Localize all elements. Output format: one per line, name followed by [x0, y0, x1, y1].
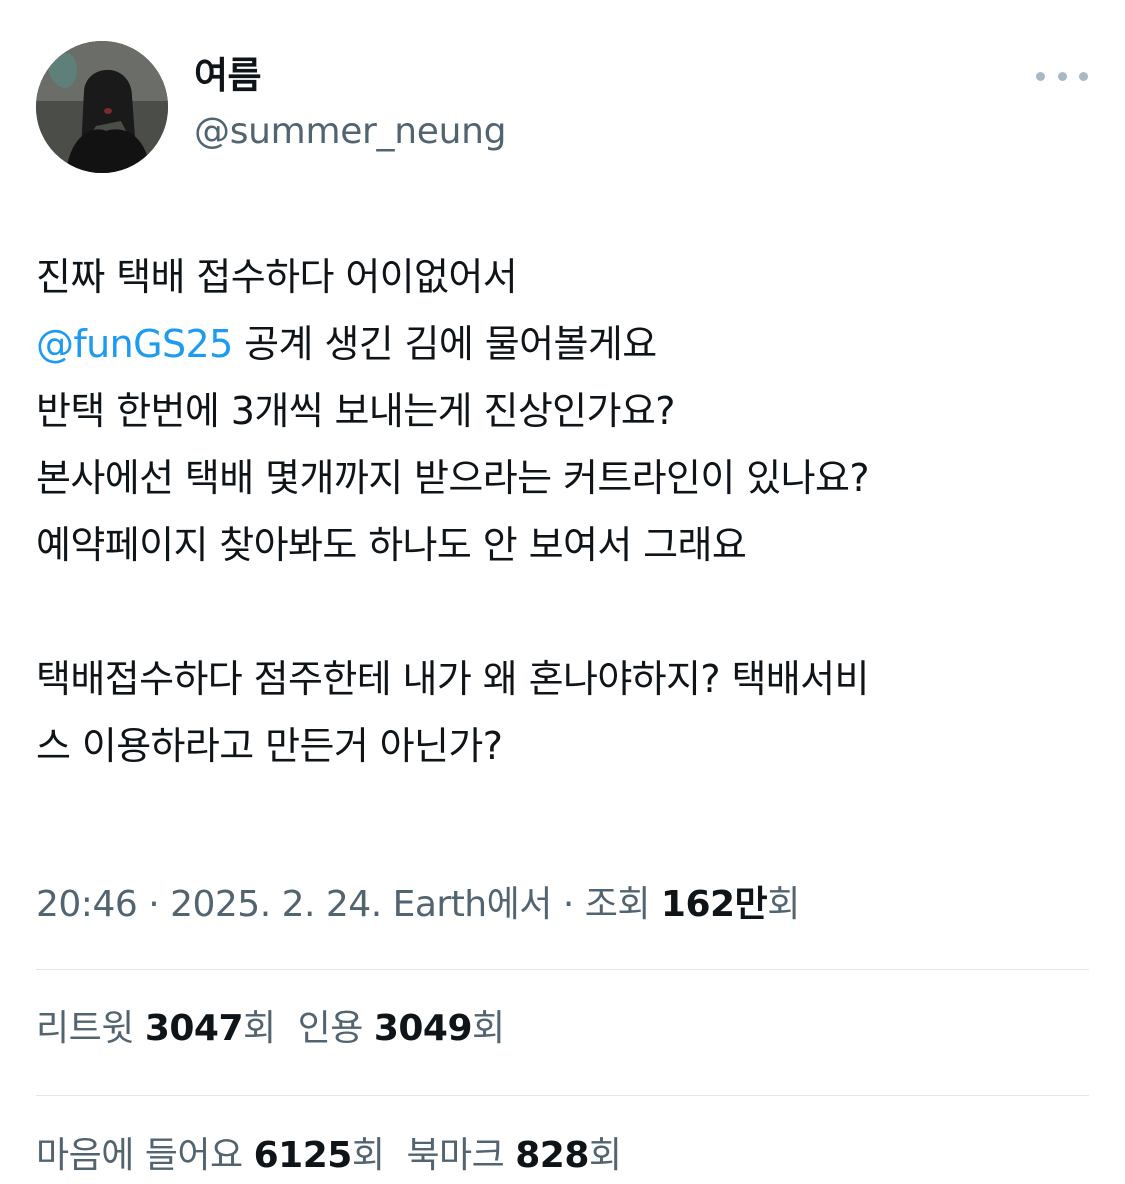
- avatar[interactable]: [36, 41, 168, 173]
- bookmarks-suffix: 회: [588, 1135, 622, 1176]
- retweets-suffix: 회: [243, 1008, 276, 1049]
- quotes-stat[interactable]: 인용 3049회: [297, 1008, 506, 1049]
- tweet-source: Earth에서: [381, 884, 553, 925]
- more-options-button[interactable]: [1036, 58, 1088, 94]
- divider: [36, 1095, 1089, 1096]
- engagement-row: 마음에 들어요 6125회 북마크 828회: [36, 1128, 644, 1184]
- tweet-meta: 20:46 · 2025. 2. 24. Earth에서 · 조회 162만회: [36, 877, 800, 933]
- likes-stat[interactable]: 마음에 들어요 6125회: [36, 1135, 385, 1176]
- bookmarks-stat[interactable]: 북마크 828회: [406, 1135, 622, 1176]
- engagement-row: 리트윗 3047회 인용 3049회: [36, 1001, 527, 1057]
- bookmarks-label: 북마크: [406, 1135, 516, 1176]
- tweet-line: 예약페이지 찾아봐도 하나도 안 보여서 그래요: [36, 523, 747, 567]
- tweet-line-text: 공계 생긴 김에 물어볼게요: [244, 322, 657, 366]
- likes-count: 6125: [253, 1135, 353, 1176]
- user-handle[interactable]: @summer_neung: [194, 108, 507, 156]
- tweet-text: 진짜 택배 접수하다 어이없어서 @funGS25 공계 생긴 김에 물어볼게요…: [36, 244, 1106, 780]
- views-count: 162만: [660, 884, 768, 925]
- likes-label: 마음에 들어요: [36, 1135, 254, 1176]
- quotes-count: 3049: [373, 1008, 473, 1049]
- paragraph-break: [36, 579, 1106, 646]
- retweets-stat[interactable]: 리트윗 3047회: [36, 1008, 276, 1049]
- more-horizontal-icon: [1036, 71, 1045, 81]
- bookmarks-count: 828: [515, 1135, 589, 1176]
- mention-link[interactable]: @funGS25: [36, 322, 233, 366]
- retweets-count: 3047: [144, 1008, 244, 1049]
- tweet-line: 진짜 택배 접수하다 어이없어서: [36, 255, 518, 299]
- tweet-time[interactable]: 20:46: [36, 884, 138, 925]
- likes-suffix: 회: [351, 1135, 385, 1176]
- meta-separator: ·: [551, 884, 585, 925]
- tweet-line: 반택 한번에 3개씩 보내는게 진상인가요?: [36, 389, 675, 433]
- meta-separator: ·: [137, 884, 171, 925]
- views-suffix: 회: [767, 884, 800, 925]
- divider: [36, 969, 1089, 970]
- quotes-suffix: 회: [472, 1008, 505, 1049]
- tweet-line: 스 이용하라고 만든거 아닌가?: [36, 724, 503, 768]
- tweet-line: 택배접수하다 점주한테 내가 왜 혼나야하지? 택배서비: [36, 657, 869, 701]
- display-name[interactable]: 여름: [194, 52, 262, 100]
- tweet-date[interactable]: 2025. 2. 24.: [170, 884, 382, 925]
- quotes-label: 인용: [297, 1008, 374, 1049]
- tweet-line: 본사에선 택배 몇개까지 받으라는 커트라인이 있나요?: [36, 456, 869, 500]
- more-horizontal-icon-dot: [1079, 71, 1088, 81]
- more-horizontal-icon-dot: [1057, 71, 1067, 81]
- views-label: 조회: [584, 884, 661, 925]
- retweets-label: 리트윗: [36, 1008, 145, 1049]
- tweet-line: @funGS25 공계 생긴 김에 물어볼게요: [36, 311, 1106, 378]
